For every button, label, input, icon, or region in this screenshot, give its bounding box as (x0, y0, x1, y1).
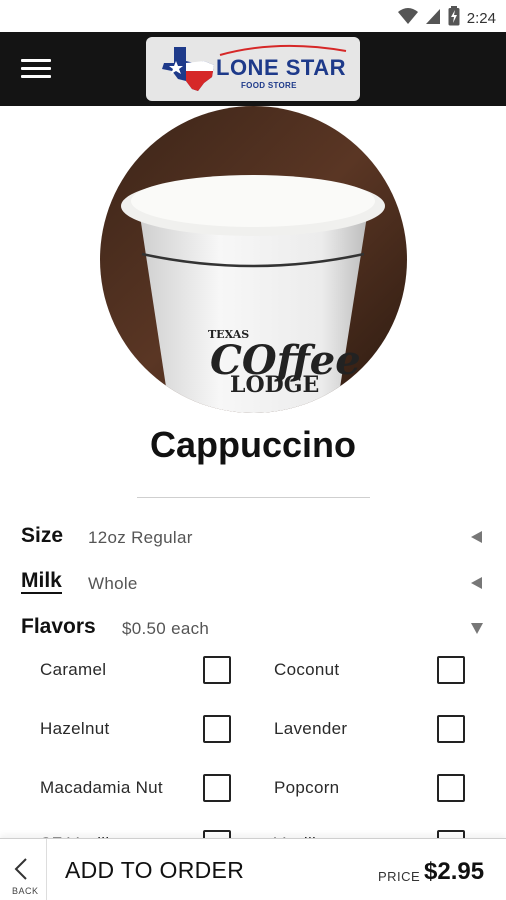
flavor-item[interactable]: Lavender (274, 711, 470, 751)
app-bar: LONE STAR FOOD STORE (0, 32, 506, 106)
flavor-item[interactable]: Coconut (274, 652, 470, 692)
flavors-option-row[interactable]: Flavors $0.50 each (0, 609, 506, 645)
milk-value: Whole (88, 574, 138, 593)
flavor-name: Popcorn (274, 778, 340, 797)
wifi-icon (397, 7, 418, 30)
flavor-name: Coconut (274, 660, 340, 679)
chevron-left-icon (14, 857, 28, 886)
flavor-checkbox[interactable] (437, 656, 465, 684)
flavor-name: Macadamia Nut (40, 778, 163, 797)
bottom-order-bar: BACK ADD TO ORDER PRICE $2.95 (0, 838, 506, 900)
flavor-name: Hazelnut (40, 719, 110, 738)
title-divider (137, 497, 370, 498)
flavor-name: Caramel (40, 660, 107, 679)
back-button[interactable]: BACK (4, 849, 44, 897)
product-image: TEXAS COffee LODGE (100, 106, 407, 413)
caret-left-icon[interactable] (470, 576, 484, 595)
hamburger-menu-icon[interactable] (16, 53, 56, 83)
bar-divider (46, 839, 47, 900)
flavor-checkbox[interactable] (437, 715, 465, 743)
flavor-item[interactable]: Macadamia Nut (40, 770, 236, 810)
logo-subtitle-text: FOOD STORE (241, 81, 297, 90)
flavors-label: Flavors (21, 615, 96, 638)
back-label: BACK (12, 886, 39, 896)
flavors-price-note: $0.50 each (122, 619, 210, 638)
status-time: 2:24 (466, 10, 496, 27)
price-value: $2.95 (424, 858, 485, 885)
logo-brand-text: LONE STAR (216, 55, 346, 80)
product-title: Cappuccino (149, 424, 356, 465)
flavor-item[interactable]: Hazelnut (40, 711, 236, 751)
caret-down-icon[interactable] (470, 621, 484, 640)
flavor-checkbox[interactable] (203, 656, 231, 684)
flavor-checkbox[interactable] (203, 774, 231, 802)
flavor-checkbox[interactable] (203, 715, 231, 743)
size-value: 12oz Regular (88, 528, 193, 547)
signal-icon (425, 7, 441, 30)
milk-option-row[interactable]: Milk Whole (0, 564, 506, 600)
flavor-checkbox[interactable] (437, 774, 465, 802)
flavor-item[interactable]: Caramel (40, 652, 236, 692)
price-label: PRICE (378, 869, 421, 884)
add-to-order-button[interactable]: ADD TO ORDER (65, 857, 244, 884)
size-option-row[interactable]: Size 12oz Regular (0, 518, 506, 554)
svg-text:LODGE: LODGE (230, 372, 319, 398)
status-bar: 2:24 (0, 0, 506, 32)
flavor-name: Lavender (274, 719, 348, 738)
caret-left-icon[interactable] (470, 530, 484, 549)
size-label: Size (21, 524, 64, 547)
flavor-item[interactable]: Popcorn (274, 770, 470, 810)
status-icons: 2:24 (397, 6, 496, 31)
texas-flag-icon (160, 45, 216, 98)
store-logo[interactable]: LONE STAR FOOD STORE (146, 37, 360, 101)
milk-label: Milk (21, 569, 62, 594)
battery-icon (448, 6, 460, 31)
